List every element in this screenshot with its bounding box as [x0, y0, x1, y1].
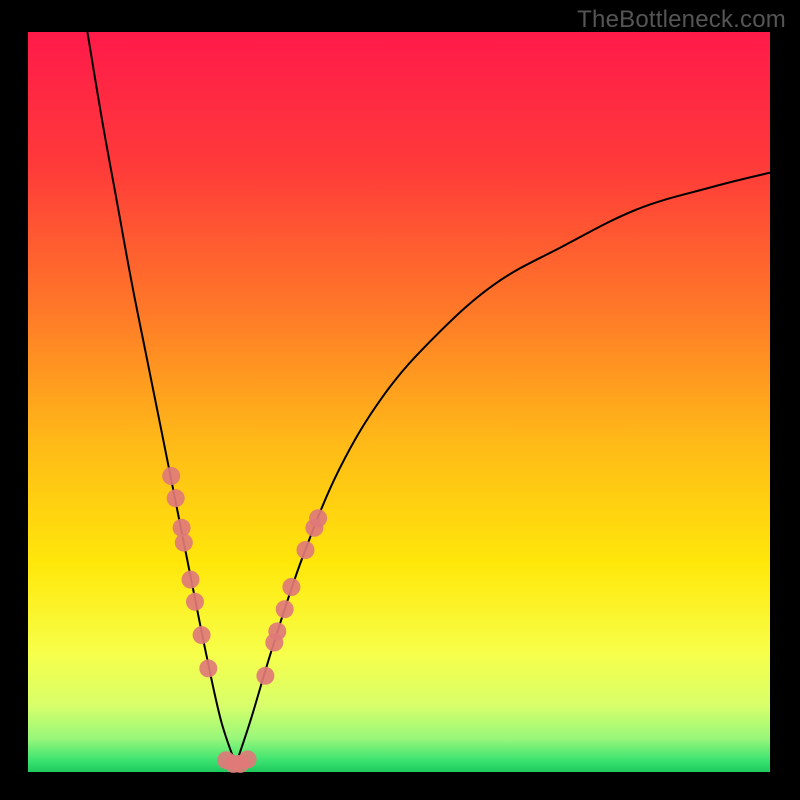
chart-frame: TheBottleneck.com: [0, 0, 800, 800]
data-point: [239, 750, 257, 768]
data-point: [276, 600, 294, 618]
data-point: [282, 578, 300, 596]
data-point: [268, 622, 286, 640]
data-point: [256, 667, 274, 685]
data-point: [297, 541, 315, 559]
data-point: [162, 467, 180, 485]
data-point: [193, 626, 211, 644]
data-point: [199, 659, 217, 677]
plot-background: [28, 32, 770, 772]
data-point: [186, 593, 204, 611]
data-point: [175, 534, 193, 552]
watermark-text: TheBottleneck.com: [577, 6, 786, 34]
data-point: [309, 509, 327, 527]
data-point: [182, 571, 200, 589]
chart-canvas: [0, 0, 800, 800]
data-point: [167, 489, 185, 507]
